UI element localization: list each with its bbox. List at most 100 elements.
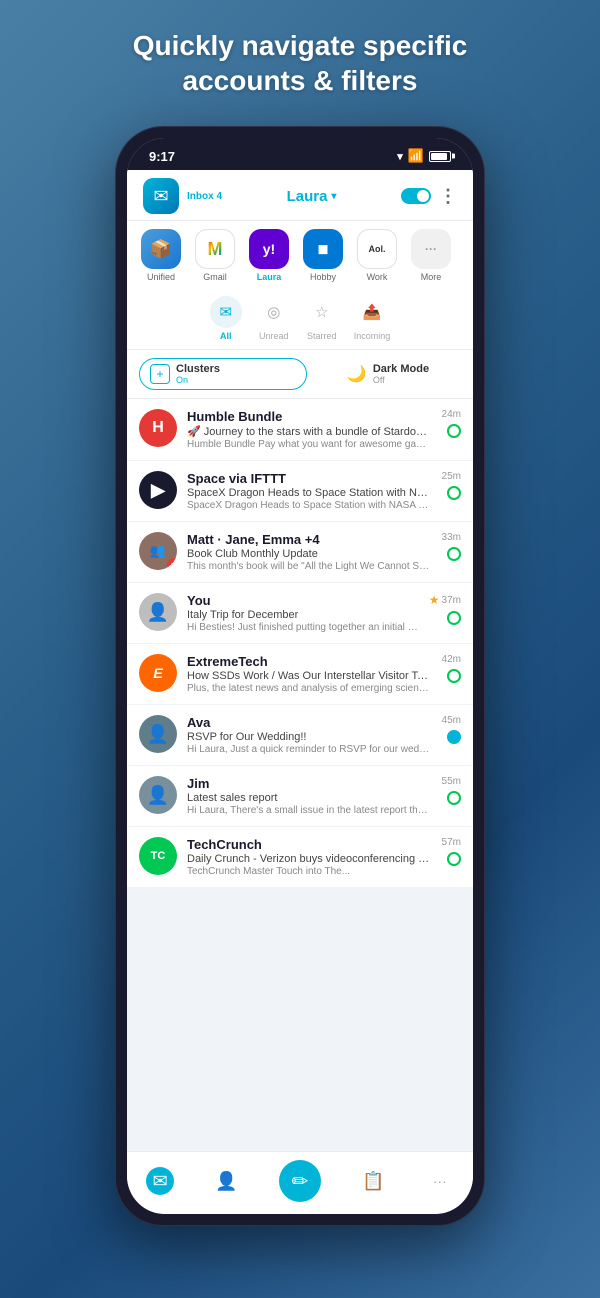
email-time: 57m [442,837,461,848]
wifi-icon: ▾ [397,150,403,163]
battery-icon [429,151,451,162]
email-sender: Jim [187,776,432,791]
incoming-filter-icon: 📤 [356,296,388,328]
avatar: E [139,654,177,692]
header-center[interactable]: Laura ▾ [230,188,393,205]
all-filter-label: All [220,331,232,341]
clusters-label: Clusters [176,363,220,375]
email-sender: TechCrunch [187,837,432,852]
filter-unread[interactable]: ◎ Unread [258,296,290,341]
email-preview: This month's book will be "All the Light… [187,561,432,572]
tab-more-label: More [421,272,442,282]
filter-starred[interactable]: ☆ Starred [306,296,338,341]
unread-dot [447,424,461,438]
email-subject: Daily Crunch - Verizon buys videoconfere… [187,853,432,865]
email-preview: Plus, the latest news and analysis of em… [187,683,432,694]
email-list: H Humble Bundle 🚀 Journey to the stars w… [127,399,473,1151]
avatar: H [139,409,177,447]
clusters-text-group: Clusters On [176,363,220,385]
darkmode-label: Dark Mode [373,363,429,375]
nav-compose[interactable]: ✏ [279,1160,321,1202]
email-sender: Matt · Jane, Emma +4 [187,532,432,547]
more-tab-icon: ··· [411,229,451,269]
email-content: Ava RSVP for Our Wedding!! Hi Laura, Jus… [187,715,432,755]
nav-inbox[interactable]: ✉ [146,1167,174,1195]
email-meta: ★ 37m [429,593,461,625]
header-actions: ⋮ [401,186,457,207]
filter-incoming[interactable]: 📤 Incoming [354,296,391,341]
aol-icon: Aol. [357,229,397,269]
email-content: Jim Latest sales report Hi Laura, There'… [187,776,432,816]
tab-work[interactable]: Aol. Work [353,229,401,282]
email-meta: 55m [442,776,461,805]
nav-contacts[interactable]: 👤 [213,1167,241,1195]
tab-hobby-label: Hobby [310,272,336,282]
outlook-icon: ◼ [303,229,343,269]
unread-dot [447,611,461,625]
email-meta: 24m [442,409,461,438]
unread-dot [447,852,461,866]
bottom-nav: ✉ 👤 ✏ 📋 ··· [127,1151,473,1214]
email-content: Space via IFTTT SpaceX Dragon Heads to S… [187,471,432,511]
compose-button[interactable]: ✏ [279,1160,321,1202]
avatar: 👥 +3 [139,532,177,570]
app-header: ✉ Inbox 4 Laura ▾ ⋮ [127,170,473,221]
starred-filter-label: Starred [307,331,337,341]
email-time: 45m [442,715,461,726]
status-icons: ▾ 📶 [397,148,451,164]
tab-gmail[interactable]: M Gmail [191,229,239,282]
clusters-pill[interactable]: + Clusters On [139,358,307,390]
tab-unified[interactable]: 📦 Unified [137,229,185,282]
tab-hobby[interactable]: ◼ Hobby [299,229,347,282]
email-item[interactable]: 👥 +3 Matt · Jane, Emma +4 Book Club Mont… [127,522,473,583]
headline-line2: accounts & filters [183,65,418,96]
account-name-text: Laura [287,188,328,205]
avatar: TC [139,837,177,875]
tab-work-label: Work [367,272,388,282]
email-item[interactable]: E ExtremeTech How SSDs Work / Was Our In… [127,644,473,705]
more-menu-icon[interactable]: ⋮ [439,186,457,207]
avatar: 👤 [139,776,177,814]
email-item[interactable]: 👤 Jim Latest sales report Hi Laura, Ther… [127,766,473,827]
toggle-switch[interactable] [401,188,431,204]
email-subject: RSVP for Our Wedding!! [187,731,432,743]
nav-tasks[interactable]: 📋 [359,1167,387,1195]
email-item[interactable]: TC TechCrunch Daily Crunch - Verizon buy… [127,827,473,888]
settings-row: + Clusters On 🌙 Dark Mode Off [127,350,473,399]
email-subject: 🚀 Journey to the stars with a bundle of … [187,425,432,438]
status-time: 9:17 [149,149,175,164]
tab-laura[interactable]: y! Laura [245,229,293,282]
email-item[interactable]: 👤 You Italy Trip for December Hi Besties… [127,583,473,644]
email-item[interactable]: 👤 Ava RSVP for Our Wedding!! Hi Laura, J… [127,705,473,766]
email-subject: Italy Trip for December [187,609,419,621]
darkmode-pill[interactable]: 🌙 Dark Mode Off [315,363,461,385]
status-bar: 9:17 ▾ 📶 [127,138,473,170]
email-sender: Ava [187,715,432,730]
nav-more[interactable]: ··· [426,1167,454,1195]
account-tabs: 📦 Unified M Gmail y! Laura ◼ [127,221,473,290]
email-time: 33m [442,532,461,543]
email-item[interactable]: ▶ Space via IFTTT SpaceX Dragon Heads to… [127,461,473,522]
unified-icon: 📦 [141,229,181,269]
filter-tabs: ✉ All ◎ Unread ☆ Starred 📤 Incoming [127,290,473,350]
star-icon: ★ [429,593,440,607]
clusters-icon: + [150,364,170,384]
darkmode-text-group: Dark Mode Off [373,363,429,385]
email-sender: You [187,593,419,608]
unread-filter-label: Unread [259,331,289,341]
filter-all[interactable]: ✉ All [210,296,242,341]
email-content: ExtremeTech How SSDs Work / Was Our Inte… [187,654,432,694]
incoming-filter-label: Incoming [354,331,391,341]
email-item[interactable]: H Humble Bundle 🚀 Journey to the stars w… [127,399,473,461]
email-meta: 45m [442,715,461,744]
email-subject: Latest sales report [187,792,432,804]
avatar: 👤 [139,593,177,631]
email-content: Humble Bundle 🚀 Journey to the stars wit… [187,409,432,450]
phone-frame: 9:17 ▾ 📶 ✉ Inbox 4 [115,126,485,1226]
darkmode-sub: Off [373,375,429,385]
tab-more[interactable]: ··· More [407,229,455,282]
tab-laura-label: Laura [257,272,282,282]
headline-line1: Quickly navigate specific [133,30,468,61]
unread-dot [447,669,461,683]
email-meta: 57m [442,837,461,866]
